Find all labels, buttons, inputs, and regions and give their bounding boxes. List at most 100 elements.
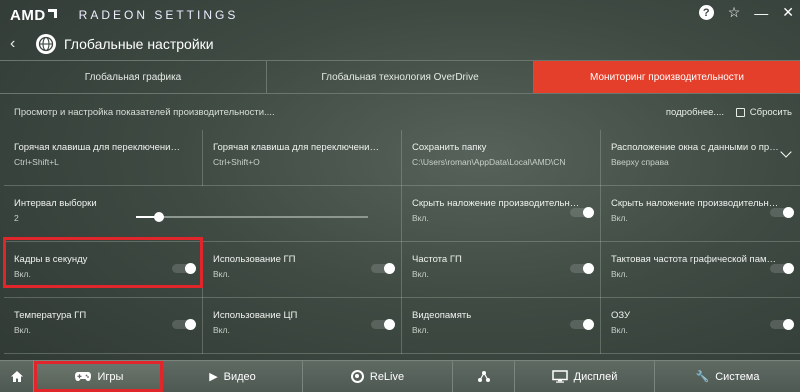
nav-display[interactable]: Дисплей (515, 361, 655, 392)
toggle-switch[interactable] (770, 318, 794, 330)
nav-relive[interactable]: ReLive (303, 361, 453, 392)
app-title: RADEON SETTINGS (78, 8, 239, 22)
sample-interval-slider[interactable] (136, 212, 368, 222)
back-icon[interactable]: ‹ (10, 35, 24, 53)
nav-system-label: Система (715, 370, 760, 383)
nav-video-label: Видео (223, 370, 256, 383)
hide-overlay-1[interactable]: Скрыть наложение производительност... Вк… (402, 186, 601, 242)
setting-value: Ctrl+Shift+O (213, 157, 260, 167)
description-text: Просмотр и настройка показателей произво… (14, 106, 275, 118)
setting-label: Горячая клавиша для переключения ... (14, 142, 182, 153)
nav-relive-label: ReLive (369, 370, 405, 383)
setting-label: Использование ЦП (213, 310, 298, 321)
hide-overlay-2[interactable]: Скрыть наложение производительност... Вк… (601, 186, 800, 242)
setting-value: Вкл. (412, 213, 429, 223)
setting-value: Вкл. (611, 213, 628, 223)
toggle-switch[interactable] (770, 262, 794, 274)
setting-label: Горячая клавиша для переключения ... (213, 142, 381, 153)
setting-value: Вкл. (611, 325, 628, 335)
star-icon[interactable]: ☆ (728, 4, 741, 21)
nav-connect[interactable] (453, 361, 515, 392)
info-row: Просмотр и настройка показателей произво… (0, 98, 800, 126)
setting-value: C:\Users\roman\AppData\Local\AMD\CN (412, 157, 566, 167)
setting-value: Вкл. (14, 325, 31, 335)
vram-setting[interactable]: Видеопамять Вкл. (402, 298, 601, 354)
toggle-switch[interactable] (570, 318, 594, 330)
setting-label: Сохранить папку (412, 142, 487, 153)
toggle-switch[interactable] (570, 262, 594, 274)
bottom-nav: Игры ▶ Видео ReLive Дисплей 🔧 Система (0, 360, 800, 392)
nav-games[interactable]: Игры (34, 361, 163, 392)
hotkey-toggle-overlay[interactable]: Горячая клавиша для переключения ... Ctr… (203, 130, 402, 186)
setting-value: Вкл. (611, 269, 628, 279)
cpu-usage-setting[interactable]: Использование ЦП Вкл. (203, 298, 402, 354)
settings-grid: Горячая клавиша для переключения ... Ctr… (4, 130, 800, 354)
page-header: ‹ Глобальные настройки (0, 30, 800, 58)
settings-row: Интервал выборки 2 Скрыть наложение прои… (4, 186, 800, 242)
connect-icon (477, 370, 490, 382)
nav-video[interactable]: ▶ Видео (163, 361, 303, 392)
setting-label: Тактовая частота графической памяти (611, 254, 779, 265)
nav-system[interactable]: 🔧 Система (655, 361, 800, 392)
reset-label: Сбросить (749, 106, 792, 118)
close-icon[interactable]: ✕ (782, 4, 794, 21)
fps-setting[interactable]: Кадры в секунду Вкл. (4, 242, 203, 298)
setting-value: Вкл. (14, 269, 31, 279)
setting-label: ОЗУ (611, 310, 631, 321)
help-icon[interactable]: ? (698, 5, 714, 20)
setting-value: Вверху справа (611, 157, 669, 167)
gpu-temperature-setting[interactable]: Температура ГП Вкл. (4, 298, 203, 354)
home-button[interactable] (0, 361, 34, 392)
settings-row: Кадры в секунду Вкл. Использование ГП Вк… (4, 242, 800, 298)
settings-row: Горячая клавиша для переключения ... Ctr… (4, 130, 800, 186)
sample-interval: Интервал выборки 2 (4, 186, 402, 242)
setting-label: Видеопамять (412, 310, 472, 321)
more-link[interactable]: подробнее.... (666, 107, 724, 118)
reset-button[interactable]: Сбросить (735, 106, 792, 118)
setting-label: Расположение окна с данными о прои... (611, 142, 779, 153)
reset-icon (735, 107, 745, 117)
amd-logo: AMD (10, 7, 57, 24)
ram-setting[interactable]: ОЗУ Вкл. (601, 298, 800, 354)
gpu-clock-setting[interactable]: Частота ГП Вкл. (402, 242, 601, 298)
home-icon (10, 371, 23, 382)
setting-value: Вкл. (412, 325, 429, 335)
toggle-switch[interactable] (371, 318, 395, 330)
chevron-down-icon[interactable] (780, 146, 792, 158)
settings-row: Температура ГП Вкл. Использование ЦП Вкл… (4, 298, 800, 354)
nav-display-label: Дисплей (573, 370, 618, 383)
minimize-icon[interactable]: — (754, 5, 768, 21)
setting-label: Частота ГП (412, 254, 462, 265)
relive-icon (350, 370, 364, 383)
toggle-switch[interactable] (371, 262, 395, 274)
memory-clock-setting[interactable]: Тактовая частота графической памяти Вкл. (601, 242, 800, 298)
globe-icon (36, 34, 56, 54)
nav-games-label: Игры (97, 370, 124, 383)
tab-global-graphics[interactable]: Глобальная графика (0, 61, 267, 93)
tab-performance-monitoring[interactable]: Мониторинг производительности (534, 61, 800, 93)
tab-bar: Глобальная графика Глобальная технология… (0, 60, 800, 94)
setting-value: Ctrl+Shift+L (14, 157, 59, 167)
tab-global-overdrive[interactable]: Глобальная технология OverDrive (267, 61, 534, 93)
setting-value: Вкл. (412, 269, 429, 279)
toggle-switch[interactable] (570, 206, 594, 218)
toggle-switch[interactable] (172, 318, 196, 330)
gamepad-icon (74, 372, 91, 381)
setting-label: Интервал выборки (14, 198, 97, 209)
overlay-position-dropdown[interactable]: Расположение окна с данными о прои... Вв… (601, 130, 800, 186)
save-folder[interactable]: Сохранить папку C:\Users\roman\AppData\L… (402, 130, 601, 186)
toggle-switch[interactable] (172, 262, 196, 274)
monitor-icon (551, 370, 568, 383)
title-bar: AMD RADEON SETTINGS ? ☆ — ✕ (0, 0, 800, 30)
window-controls: ? ☆ — ✕ (698, 4, 794, 21)
setting-label: Скрыть наложение производительност... (412, 198, 580, 209)
setting-label: Использование ГП (213, 254, 296, 265)
gpu-usage-setting[interactable]: Использование ГП Вкл. (203, 242, 402, 298)
amd-arrow-icon (47, 8, 57, 18)
page-title: Глобальные настройки (64, 36, 214, 52)
setting-value: Вкл. (213, 269, 230, 279)
setting-label: Скрыть наложение производительност... (611, 198, 779, 209)
wrench-icon: 🔧 (695, 371, 710, 383)
hotkey-toggle-logging[interactable]: Горячая клавиша для переключения ... Ctr… (4, 130, 203, 186)
toggle-switch[interactable] (770, 206, 794, 218)
